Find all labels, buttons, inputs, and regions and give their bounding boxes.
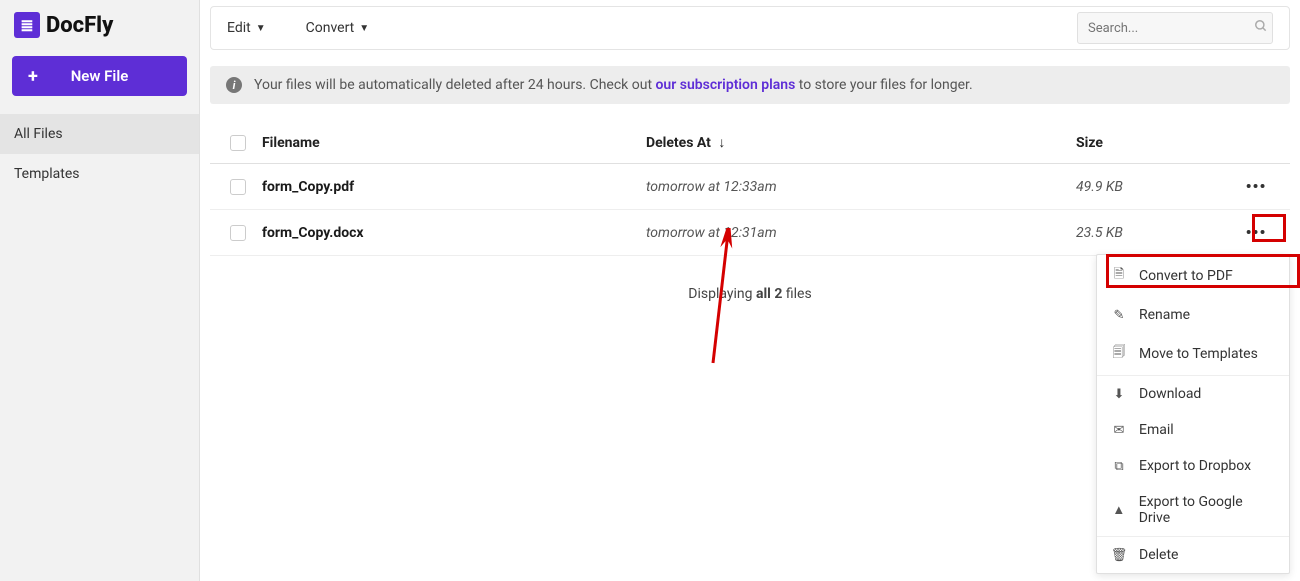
search-input[interactable] [1088,21,1254,36]
logo-icon: ≣ [14,12,40,38]
subscription-link[interactable]: our subscription plans [656,77,796,93]
file-deletes: tomorrow at 12:31am [646,225,1076,241]
banner-text: Your files will be automatically deleted… [254,77,973,93]
document-icon: 🗐 [1111,343,1127,365]
search-icon [1254,19,1268,37]
envelope-icon: ✉ [1111,423,1127,438]
row-checkbox[interactable] [230,225,246,241]
info-icon: i [226,77,242,93]
new-file-label: New File [71,67,129,85]
context-menu: 🗎 Convert to PDF ✎ Rename 🗐 Move to Temp… [1096,254,1290,574]
plus-icon: + [28,66,38,87]
dropbox-icon: ⧉ [1111,459,1127,474]
sidebar-item-all-files[interactable]: All Files [0,114,199,154]
header-filename[interactable]: Filename [262,135,646,151]
file-size: 23.5 KB [1076,225,1226,241]
menu-delete[interactable]: 🗑 Delete [1097,536,1289,573]
menu-convert-pdf[interactable]: 🗎 Convert to PDF [1097,255,1289,297]
table-row[interactable]: form_Copy.pdf tomorrow at 12:33am 49.9 K… [210,164,1290,210]
menu-email[interactable]: ✉ Email [1097,412,1289,448]
menu-export-dropbox[interactable]: ⧉ Export to Dropbox [1097,448,1289,484]
header-deletes[interactable]: Deletes At ↓ [646,134,1076,151]
file-name[interactable]: form_Copy.pdf [262,179,646,195]
edit-dropdown[interactable]: Edit ▼ [227,20,266,36]
files-table: Filename Deletes At ↓ Size form_Copy.pdf… [210,122,1290,256]
caret-down-icon: ▼ [256,23,266,34]
file-icon: 🗎 [1111,265,1127,287]
logo-text: DocFly [46,13,113,38]
file-deletes: tomorrow at 12:33am [646,179,1076,195]
convert-dropdown[interactable]: Convert ▼ [306,20,370,36]
trash-icon: 🗑 [1111,548,1127,563]
gdrive-icon: ▲ [1111,502,1127,518]
toolbar: Edit ▼ Convert ▼ [210,6,1290,50]
menu-export-gdrive[interactable]: ▲ Export to Google Drive [1097,484,1289,536]
sidebar-item-templates[interactable]: Templates [0,154,199,194]
more-actions-button[interactable]: ••• [1246,223,1267,242]
logo: ≣ DocFly [0,0,199,56]
pencil-icon: ✎ [1111,308,1127,323]
file-name[interactable]: form_Copy.docx [262,225,646,241]
table-header: Filename Deletes At ↓ Size [210,122,1290,164]
caret-down-icon: ▼ [359,23,369,34]
search-box[interactable] [1077,12,1273,44]
new-file-button[interactable]: + New File [12,56,187,96]
more-actions-button[interactable]: ••• [1246,177,1267,196]
row-checkbox[interactable] [230,179,246,195]
main-content: Edit ▼ Convert ▼ i Your files will be au… [200,0,1300,581]
sort-desc-icon: ↓ [718,135,725,151]
menu-download[interactable]: ⬇ Download [1097,375,1289,412]
table-row[interactable]: form_Copy.docx tomorrow at 12:31am 23.5 … [210,210,1290,256]
file-size: 49.9 KB [1076,179,1226,195]
download-icon: ⬇ [1111,387,1127,402]
info-banner: i Your files will be automatically delet… [210,66,1290,104]
menu-move-templates[interactable]: 🗐 Move to Templates [1097,333,1289,375]
header-size[interactable]: Size [1076,135,1226,151]
select-all-checkbox[interactable] [230,135,246,151]
menu-rename[interactable]: ✎ Rename [1097,297,1289,333]
sidebar: ≣ DocFly + New File All Files Templates [0,0,200,581]
